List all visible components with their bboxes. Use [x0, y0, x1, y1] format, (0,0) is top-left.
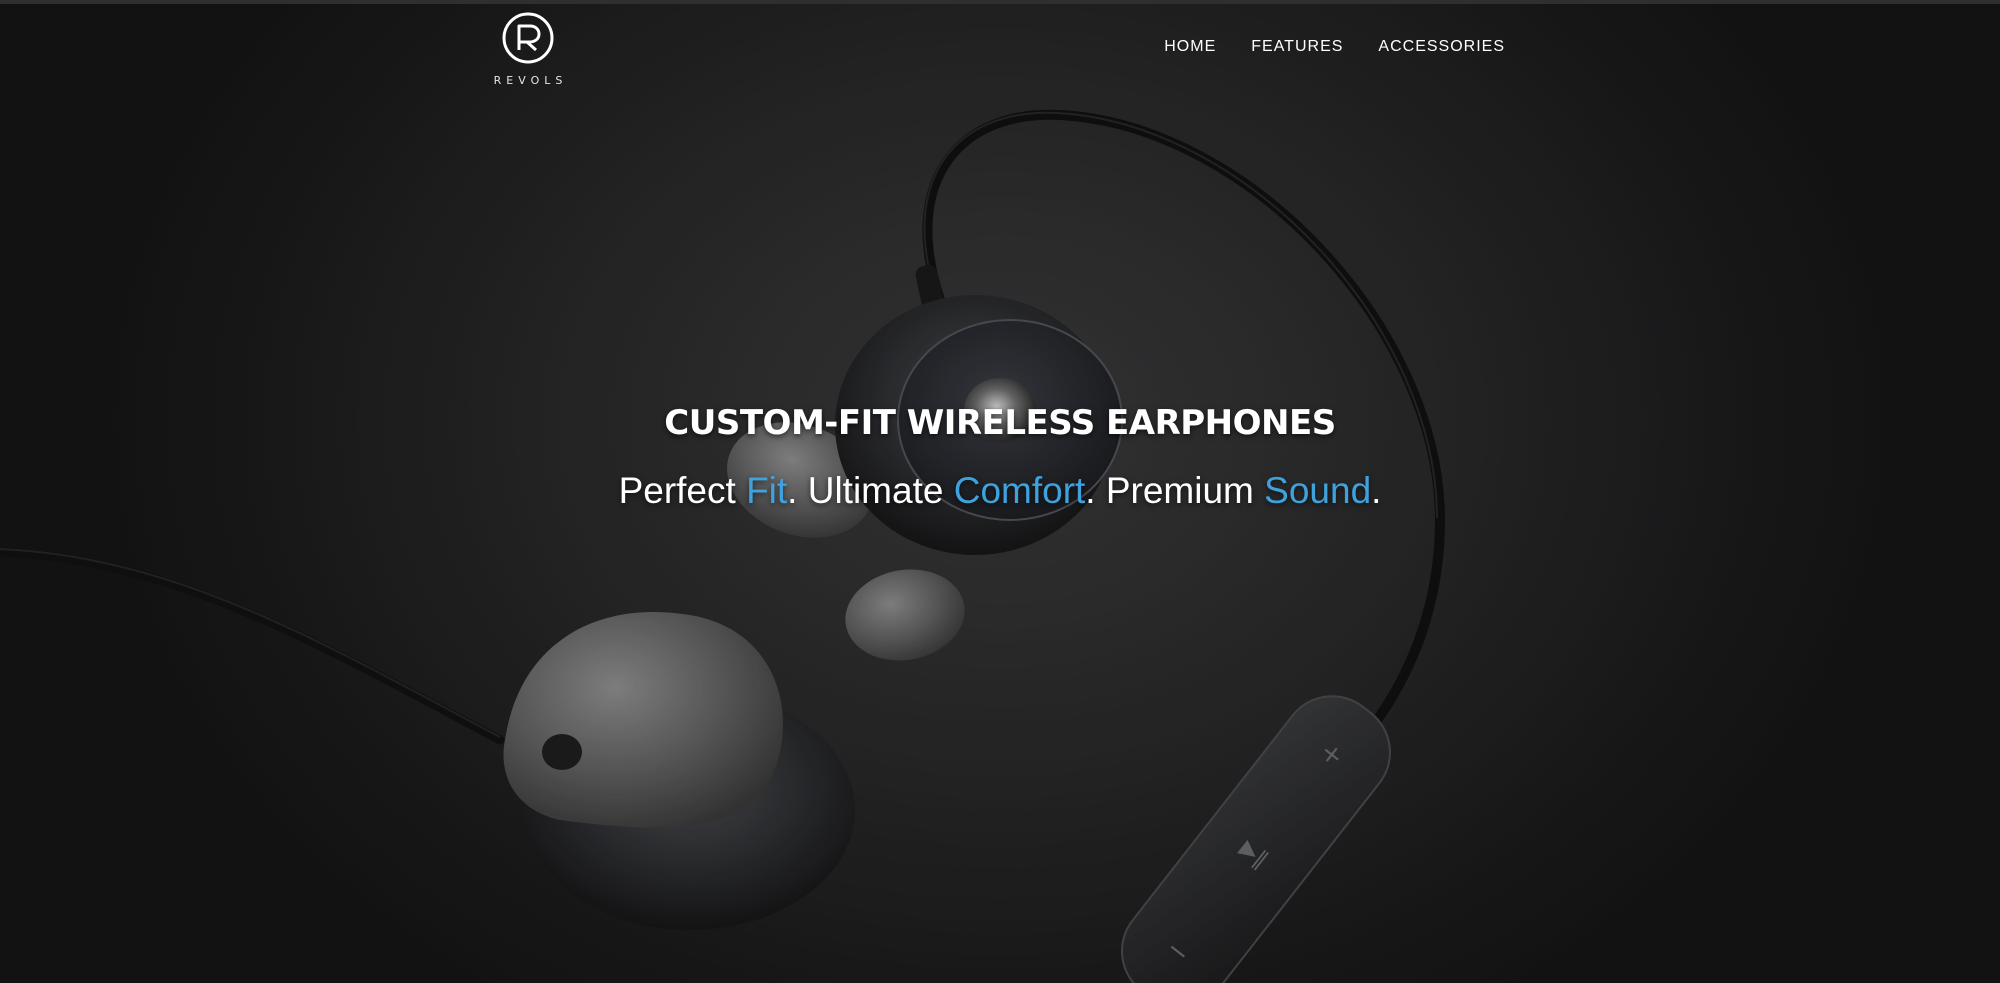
tagline-accent-sound: Sound — [1264, 470, 1372, 511]
hero-headline: CUSTOM-FIT WIRELESS EARPHONES — [664, 403, 1336, 443]
tagline-part: . Ultimate — [787, 470, 954, 511]
hero-tagline: Perfect Fit. Ultimate Comfort. Premium S… — [0, 470, 2000, 512]
tagline-accent-comfort: Comfort — [953, 470, 1086, 511]
brand-logo[interactable]: REVOLS — [488, 12, 568, 90]
tagline-part: . — [1371, 470, 1382, 511]
nav-item-features[interactable]: FEATURES — [1251, 38, 1343, 56]
main-nav: HOME FEATURES ACCESSORIES — [1164, 38, 1505, 56]
tagline-part: Perfect — [618, 470, 747, 511]
nav-item-accessories[interactable]: ACCESSORIES — [1378, 38, 1505, 56]
tagline-part: . Premium — [1085, 470, 1265, 511]
hero-section: + ▶‖ − REVOLS HOME FEATURES ACCESSORIES … — [0, 0, 2000, 983]
tagline-accent-fit: Fit — [746, 470, 788, 511]
nav-item-home[interactable]: HOME — [1164, 38, 1216, 56]
brand-name: REVOLS — [493, 74, 568, 87]
top-border — [0, 0, 2000, 4]
revols-logo-icon — [502, 12, 554, 64]
